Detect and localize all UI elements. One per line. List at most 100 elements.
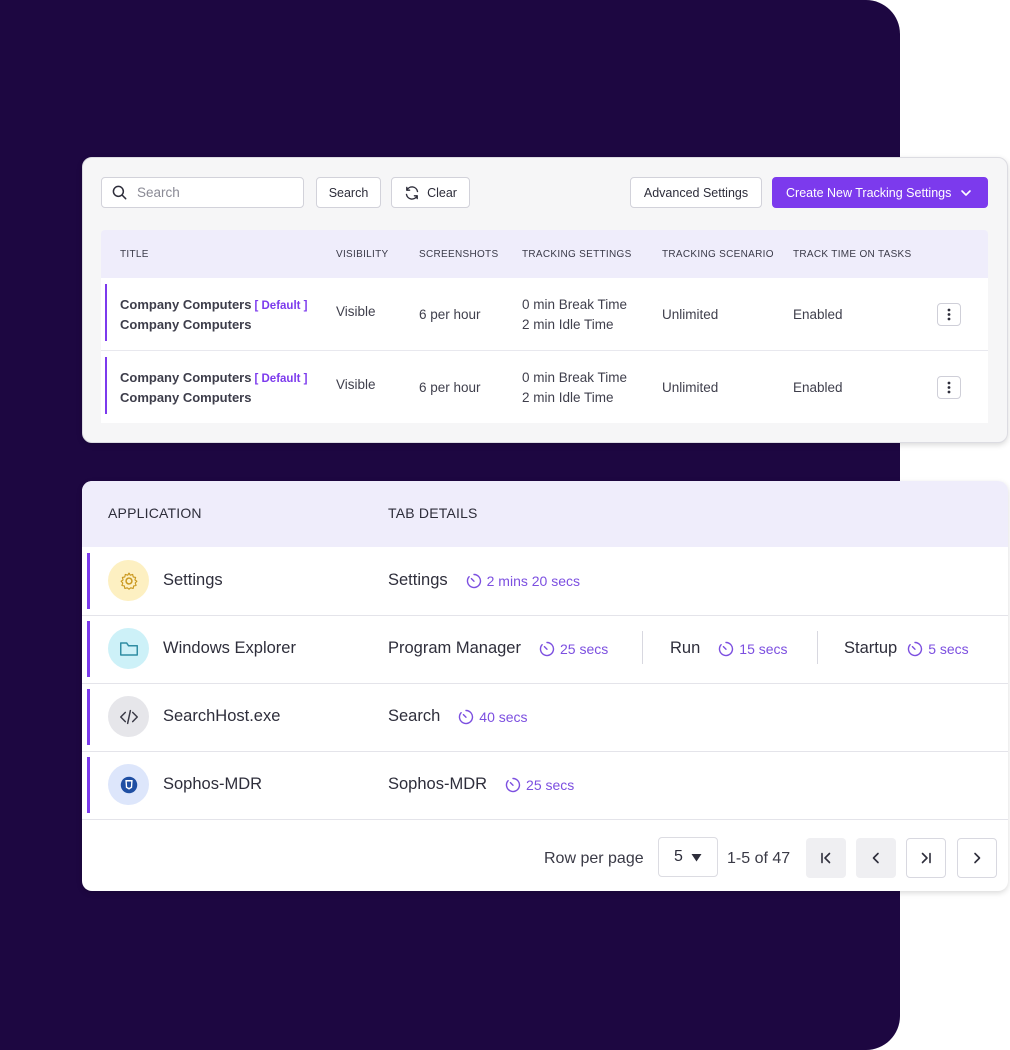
row-title: Company Computers[ Default ] [120, 370, 308, 385]
tab-duration: 25 secs [539, 641, 608, 657]
table-row[interactable]: Company Computers[ Default ] Company Com… [101, 351, 988, 423]
timer-icon [908, 641, 923, 656]
advanced-settings-button[interactable]: Advanced Settings [630, 177, 762, 208]
refresh-icon [405, 185, 419, 200]
tab-name: Program Manager [388, 639, 521, 657]
applications-card: APPLICATION TAB DETAILS Settings Setting… [82, 481, 1008, 891]
tab-duration: 2 mins 20 secs [466, 573, 580, 589]
timer-icon [719, 641, 734, 656]
tab-detail: Run 15 secs [670, 639, 788, 658]
row-scenario: Unlimited [662, 307, 719, 322]
column-application: APPLICATION [108, 505, 202, 521]
row-track-tasks: Enabled [793, 307, 843, 322]
tab-detail: Sophos-MDR 25 secs [388, 775, 574, 794]
pagination: Row per page 5 1-5 of 47 [82, 819, 1008, 891]
row-idle-time: 2 min Idle Time [522, 390, 614, 405]
row-visibility: Visible [336, 377, 376, 392]
create-label: Create New Tracking Settings [786, 185, 952, 200]
search-box[interactable] [101, 177, 304, 208]
column-visibility: VISIBILITY [336, 249, 389, 260]
row-title: Company Computers[ Default ] [120, 297, 308, 312]
clear-button[interactable]: Clear [391, 177, 470, 208]
row-menu-button[interactable] [937, 303, 961, 326]
application-name: Windows Explorer [163, 639, 296, 657]
row-accent [105, 284, 107, 341]
previous-page-button[interactable] [856, 838, 896, 878]
default-tag: [ Default ] [254, 373, 308, 385]
table-row[interactable]: Windows Explorer Program Manager 25 secs… [82, 615, 1008, 684]
timer-icon [539, 641, 555, 656]
timer-icon [466, 573, 481, 588]
rows-per-page-label: Row per page [544, 850, 644, 867]
row-accent [87, 553, 90, 609]
page-range: 1-5 of 47 [727, 850, 791, 867]
tab-duration: 5 secs [907, 641, 969, 657]
tab-detail: Program Manager 25 secs [388, 639, 608, 658]
column-screenshots: SCREENSHOTS [419, 249, 499, 260]
row-accent [87, 757, 90, 813]
tab-name: Search [388, 707, 441, 725]
column-tracking-settings: TRACKING SETTINGS [522, 249, 632, 260]
create-tracking-settings-button[interactable]: Create New Tracking Settings [772, 177, 988, 208]
application-name: SearchHost.exe [163, 707, 281, 725]
shield-icon [108, 764, 149, 805]
next-page-button[interactable] [957, 838, 997, 878]
search-button[interactable]: Search [316, 177, 381, 208]
row-idle-time: 2 min Idle Time [522, 317, 614, 332]
chevron-left-icon [872, 852, 879, 864]
column-track-time-on-tasks: TRACK TIME ON TASKS [793, 249, 912, 260]
tab-duration: 25 secs [505, 777, 574, 793]
tracking-settings-card: Search Clear Advanced Settings Create Ne… [82, 157, 1008, 443]
column-tracking-scenario: TRACKING SCENARIO [662, 249, 774, 260]
more-vertical-icon [947, 381, 951, 394]
row-accent [87, 621, 90, 677]
table-header: TITLE VISIBILITY SCREENSHOTS TRACKING SE… [101, 230, 988, 278]
tab-divider [642, 631, 643, 664]
tab-duration: 40 secs [458, 709, 528, 725]
last-page-button[interactable] [906, 838, 946, 878]
application-name: Sophos-MDR [163, 775, 263, 793]
tracking-table: TITLE VISIBILITY SCREENSHOTS TRACKING SE… [101, 230, 988, 423]
default-tag: [ Default ] [254, 300, 308, 312]
row-screenshots: 6 per hour [419, 307, 481, 322]
table-row[interactable]: Company Computers[ Default ] Company Com… [101, 278, 988, 351]
first-page-icon [821, 852, 831, 864]
tab-detail: Settings 2 mins 20 secs [388, 571, 580, 590]
row-scenario: Unlimited [662, 380, 719, 395]
tab-name: Run [670, 639, 701, 657]
row-subtitle: Company Computers [120, 317, 252, 332]
search-input[interactable] [135, 184, 299, 201]
tab-detail: Startup 5 secs [844, 639, 969, 658]
row-accent [87, 689, 90, 745]
chevron-right-icon [974, 852, 981, 864]
row-screenshots: 6 per hour [419, 380, 481, 395]
first-page-button[interactable] [806, 838, 846, 878]
tab-duration: 15 secs [718, 641, 788, 657]
tab-detail: Search 40 secs [388, 707, 528, 726]
folder-icon [108, 628, 149, 669]
table-row[interactable]: Settings Settings 2 mins 20 secs [82, 547, 1008, 616]
row-accent [105, 357, 107, 414]
application-name: Settings [163, 571, 223, 589]
search-icon [112, 185, 127, 200]
row-visibility: Visible [336, 304, 376, 319]
tab-name: Settings [388, 571, 448, 589]
chevron-down-icon [961, 190, 971, 196]
clear-label: Clear [427, 185, 457, 200]
column-tab-details: TAB DETAILS [388, 505, 478, 521]
gear-icon [108, 560, 149, 601]
rows-per-page-select[interactable]: 5 [658, 837, 718, 877]
rows-per-page-value: 5 [674, 848, 683, 865]
row-track-tasks: Enabled [793, 380, 843, 395]
row-menu-button[interactable] [937, 376, 961, 399]
row-break-time: 0 min Break Time [522, 297, 628, 312]
table-row[interactable]: SearchHost.exe Search 40 secs [82, 683, 1008, 752]
caret-down-icon [691, 853, 702, 861]
tab-name: Sophos-MDR [388, 775, 488, 793]
table-row[interactable]: Sophos-MDR Sophos-MDR 25 secs [82, 751, 1008, 820]
timer-icon [459, 709, 474, 724]
last-page-icon [921, 852, 931, 864]
column-title: TITLE [120, 249, 149, 260]
code-icon [108, 696, 149, 737]
more-vertical-icon [947, 308, 951, 321]
